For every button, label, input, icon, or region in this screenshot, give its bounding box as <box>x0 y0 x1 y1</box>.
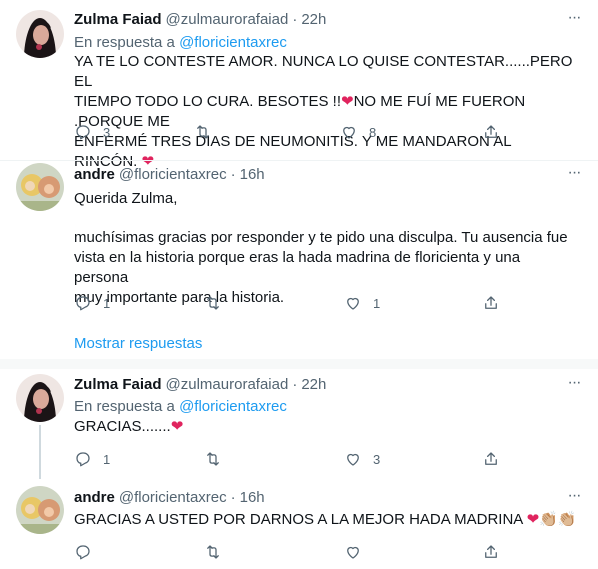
like-icon <box>347 297 359 310</box>
more-icon[interactable]: ··· <box>564 375 584 395</box>
emoji-sequence: ❤👏🏼👏🏼 <box>526 511 577 528</box>
retweet-button[interactable] <box>194 122 223 142</box>
retweet-icon <box>207 545 219 559</box>
like-count: 3 <box>373 451 381 467</box>
share-button[interactable] <box>482 542 500 562</box>
text-line: YA TE LO CONTESTE AMOR. NUNCA LO QUISE C… <box>74 53 573 90</box>
author-handle[interactable]: @floricientaxrec <box>119 489 227 506</box>
tweet-actions: 1 1 <box>74 293 514 313</box>
reply-context: En respuesta a @floricientaxrec <box>74 397 287 417</box>
reply-count: 3 <box>103 124 111 140</box>
section-separator <box>0 359 598 369</box>
separator-dot: · <box>292 11 298 28</box>
retweet-icon <box>207 296 219 310</box>
avatar[interactable] <box>16 163 64 211</box>
tweet-header: andre @floricientaxrec · 16h <box>74 488 265 508</box>
avatar[interactable] <box>16 486 64 534</box>
more-icon[interactable]: ··· <box>564 488 584 508</box>
tweet-zulma-2[interactable]: Zulma Faiad @zulmaurorafaiad · 22h ··· En r… <box>0 369 598 479</box>
like-button[interactable]: 8 <box>340 122 376 142</box>
tweet-text: YA TE LO CONTESTE AMOR. NUNCA LO QUISE C… <box>74 52 578 172</box>
thread-line <box>39 425 41 479</box>
reply-button[interactable]: 1 <box>74 449 110 469</box>
like-button[interactable] <box>344 542 373 562</box>
reply-icon <box>76 125 90 140</box>
tweet-actions: 3 8 <box>74 122 514 142</box>
tweet-text: Querida Zulma, muchísimas gracias por re… <box>74 189 578 308</box>
share-icon <box>485 296 497 309</box>
share-icon <box>485 545 497 558</box>
tweet-zulma-1[interactable]: Zulma Faiad @zulmaurorafaiad · 22h ··· En r… <box>0 0 598 170</box>
like-icon <box>347 453 359 466</box>
like-icon <box>347 546 359 559</box>
timestamp[interactable]: 22h <box>301 11 326 28</box>
tweet-header: andre @floricientaxrec · 16h <box>74 165 265 185</box>
tweet-header: Zulma Faiad @zulmaurorafaiad · 22h <box>74 10 326 30</box>
reply-prefix: En respuesta a <box>74 34 175 51</box>
author-name[interactable]: andre <box>74 166 115 183</box>
share-button[interactable] <box>482 449 500 469</box>
author-handle[interactable]: @zulmaurorafaiad <box>166 376 289 393</box>
author-name[interactable]: Zulma Faiad <box>74 376 162 393</box>
timestamp[interactable]: 16h <box>240 166 265 183</box>
author-handle[interactable]: @zulmaurorafaiad <box>166 11 289 28</box>
author-name[interactable]: andre <box>74 489 115 506</box>
text-line: muchísimas gracias por responder y te pi… <box>74 229 568 246</box>
text-line: vista en la historia porque eras la hada… <box>74 249 521 286</box>
like-button[interactable]: 1 <box>344 293 380 313</box>
separator-dot: · <box>230 489 236 506</box>
like-button[interactable]: 3 <box>344 449 380 469</box>
avatar[interactable] <box>16 374 64 422</box>
more-icon[interactable]: ··· <box>564 165 584 185</box>
share-icon <box>485 125 497 138</box>
share-button[interactable] <box>482 293 500 313</box>
reply-button[interactable]: 3 <box>74 122 110 142</box>
timestamp[interactable]: 22h <box>301 376 326 393</box>
retweet-icon <box>197 125 209 139</box>
reply-count: 1 <box>103 295 111 311</box>
reply-icon <box>76 296 90 311</box>
show-replies-link[interactable]: Mostrar respuestas <box>74 334 202 354</box>
reply-context: En respuesta a @floricientaxrec <box>74 33 287 53</box>
more-icon[interactable]: ··· <box>564 10 584 30</box>
tweet-andre-2[interactable]: andre @floricientaxrec · 16h ··· GRACIAS A … <box>0 480 598 569</box>
reply-icon <box>76 545 90 560</box>
tweet-actions: 1 3 <box>74 449 514 469</box>
timestamp[interactable]: 16h <box>240 489 265 506</box>
retweet-icon <box>207 452 219 466</box>
share-icon <box>485 452 497 465</box>
tweet-text: GRACIAS.......❤ <box>74 418 184 435</box>
retweet-button[interactable] <box>204 542 233 562</box>
like-count: 1 <box>373 295 381 311</box>
tweet-actions <box>74 542 514 562</box>
separator-dot: · <box>230 166 236 183</box>
retweet-button[interactable] <box>204 293 233 313</box>
separator-dot: · <box>292 376 298 393</box>
retweet-button[interactable] <box>204 449 233 469</box>
tweet-andre-1[interactable]: andre @floricientaxrec · 16h ··· Querida Zu… <box>0 161 598 325</box>
reply-prefix: En respuesta a <box>74 398 175 415</box>
like-icon <box>343 126 355 139</box>
text-line: Querida Zulma, <box>74 190 178 207</box>
tweet-header: Zulma Faiad @zulmaurorafaiad · 22h <box>74 375 326 395</box>
reply-mention-link[interactable]: @floricientaxrec <box>179 34 287 51</box>
reply-mention-link[interactable]: @floricientaxrec <box>179 398 287 415</box>
reply-button[interactable] <box>74 542 103 562</box>
author-handle[interactable]: @floricientaxrec <box>119 166 227 183</box>
avatar[interactable] <box>16 10 64 58</box>
reply-count: 1 <box>103 451 111 467</box>
reply-icon <box>76 452 90 467</box>
share-button[interactable] <box>482 122 500 142</box>
tweet-text: GRACIAS A USTED POR DARNOS A LA MEJOR HA… <box>74 511 577 528</box>
heart-emoji-icon: ❤ <box>341 93 354 110</box>
reply-button[interactable]: 1 <box>74 293 110 313</box>
heart-emoji-icon: ❤ <box>170 418 184 435</box>
author-name[interactable]: Zulma Faiad <box>74 11 162 28</box>
like-count: 8 <box>369 124 377 140</box>
